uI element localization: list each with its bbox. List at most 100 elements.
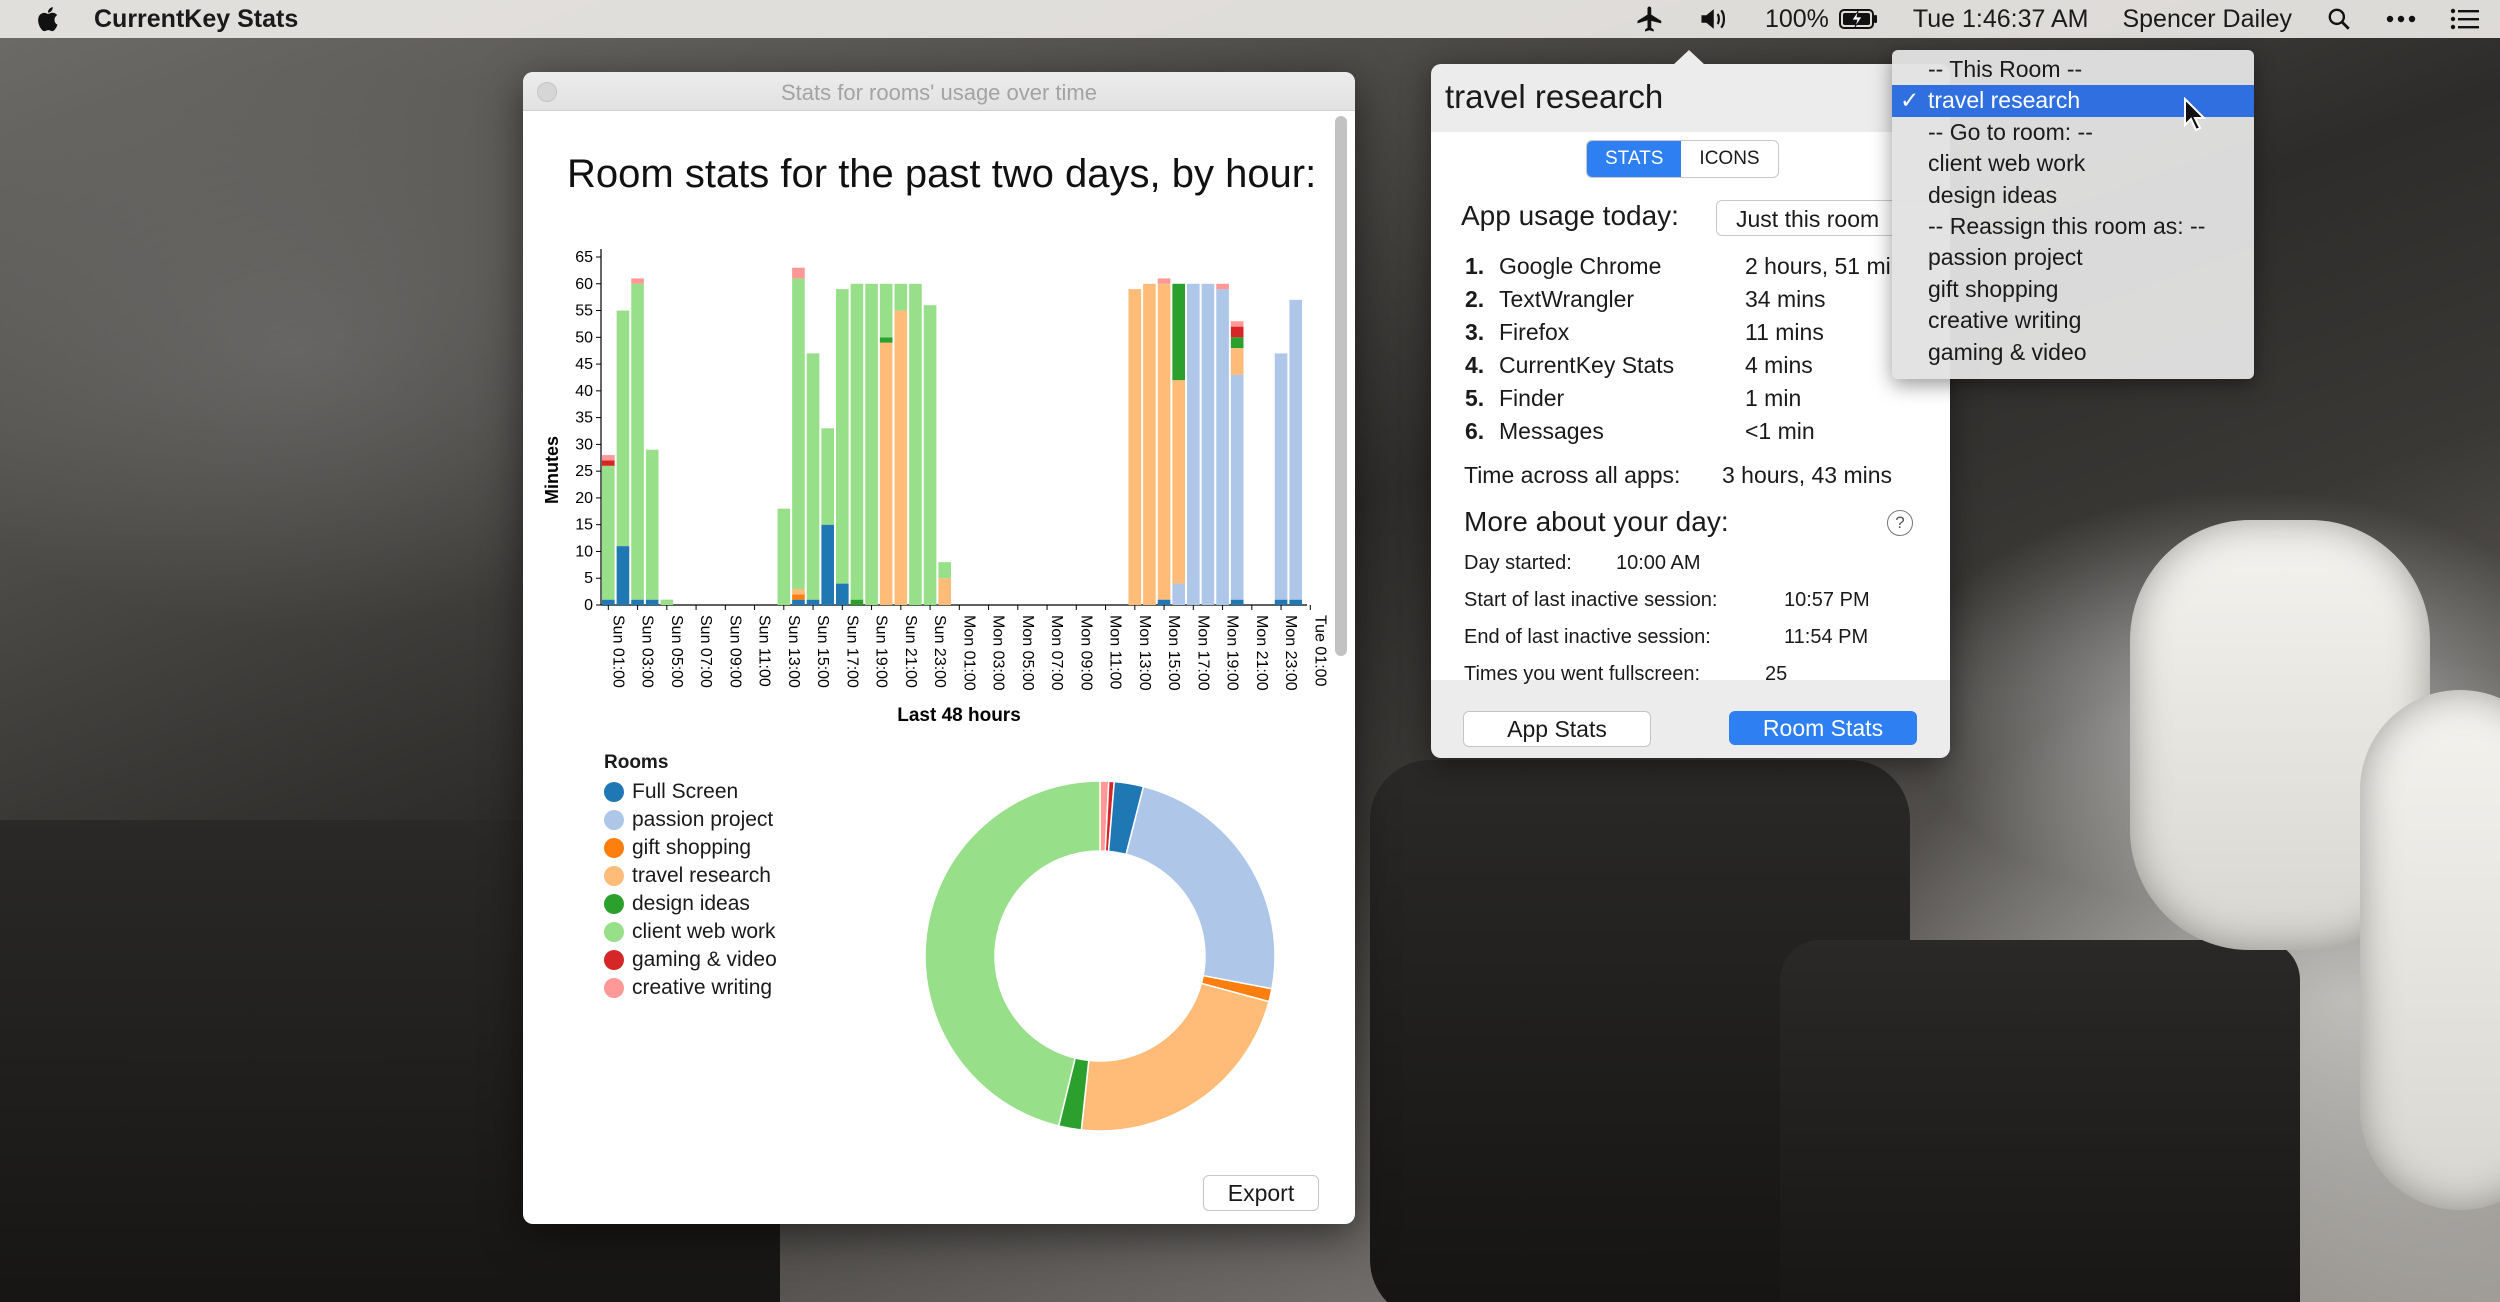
menu-item[interactable]: creative writing	[1892, 305, 2254, 336]
bar-segment	[792, 278, 805, 589]
list-item: 5. Finder 1 min	[1465, 382, 1891, 415]
last-inactive-start-label: Start of last inactive session:	[1464, 589, 1718, 611]
room-stats-button[interactable]: Room Stats	[1729, 711, 1917, 745]
room-title[interactable]: travel research	[1445, 78, 1663, 116]
help-icon[interactable]: ?	[1887, 510, 1913, 536]
bar-segment	[1230, 326, 1244, 338]
last-inactive-end-label: End of last inactive session:	[1464, 626, 1711, 648]
menu-bar: CurrentKey Stats 100% Tue 1:46:37 AM Spe…	[0, 0, 2500, 38]
menu-item-label: gift shopping	[1928, 275, 2059, 302]
y-tick-label: 45	[575, 356, 593, 373]
list-item: 4. CurrentKey Stats 4 mins	[1465, 349, 1891, 382]
legend-label: Full Screen	[632, 780, 739, 803]
clock[interactable]: Tue 1:46:37 AM	[1913, 5, 2089, 34]
fullscreen-count-label: Times you went fullscreen:	[1464, 663, 1701, 685]
bar-segment	[792, 588, 805, 595]
y-tick-label: 35	[575, 410, 593, 427]
checkmark-icon: ✓	[1900, 87, 1920, 114]
bar-segment	[894, 283, 908, 311]
x-tick-label: Sun 03:00	[639, 615, 656, 688]
menu-item-label: client web work	[1928, 150, 2086, 177]
apple-icon[interactable]	[34, 4, 64, 34]
bar-segment	[616, 310, 630, 547]
menu-item[interactable]: design ideas	[1892, 180, 2254, 211]
legend-swatch	[604, 866, 624, 886]
y-tick-label: 40	[575, 383, 593, 400]
menu-item[interactable]: -- This Room --	[1892, 54, 2254, 85]
x-tick-label: Sun 17:00	[843, 615, 860, 688]
tab-stats[interactable]: STATS	[1587, 141, 1682, 177]
app-name: Google Chrome	[1499, 253, 1662, 279]
legend-swatch	[604, 894, 624, 914]
x-tick-label: Mon 15:00	[1165, 615, 1182, 691]
y-tick-label: 0	[584, 597, 593, 614]
bar-segment	[1128, 289, 1142, 605]
more-dots-icon[interactable]	[2386, 14, 2416, 24]
app-name[interactable]: CurrentKey Stats	[94, 5, 298, 34]
app-rank: 4.	[1465, 352, 1485, 378]
notification-center-icon[interactable]	[2450, 7, 2480, 31]
menu-item-label: creative writing	[1928, 307, 2082, 334]
legend-item: travel research	[604, 862, 777, 890]
y-tick-label: 60	[575, 276, 593, 293]
x-tick-label: Sun 09:00	[726, 615, 743, 688]
x-axis-label: Last 48 hours	[897, 705, 1021, 726]
app-stats-button[interactable]: App Stats	[1463, 711, 1651, 747]
menu-item[interactable]: passion project	[1892, 242, 2254, 273]
x-tick-label: Mon 07:00	[1048, 615, 1065, 691]
list-item: 1. Google Chrome 2 hours, 51 mi	[1465, 250, 1891, 283]
battery-charging-icon[interactable]	[1838, 8, 1879, 30]
export-button[interactable]: Export	[1203, 1175, 1319, 1211]
menu-item[interactable]: client web work	[1892, 148, 2254, 179]
bar-segment	[821, 524, 834, 605]
bar-segment	[806, 353, 820, 600]
list-item: 2. TextWrangler 34 mins	[1465, 283, 1891, 316]
legend-title: Rooms	[604, 752, 669, 773]
bar-segment	[631, 278, 644, 284]
app-name: Firefox	[1499, 319, 1570, 345]
tab-icons[interactable]: ICONS	[1681, 141, 1777, 177]
x-tick-label: Sun 13:00	[785, 615, 802, 688]
volume-icon[interactable]	[1699, 5, 1731, 33]
bar-segment	[938, 562, 951, 579]
menu-item[interactable]: -- Reassign this room as: --	[1892, 211, 2254, 242]
bar-segment	[602, 460, 615, 466]
x-tick-label: Mon 01:00	[960, 615, 977, 691]
legend-label: travel research	[632, 864, 771, 887]
list-item: 6. Messages <1 min	[1465, 415, 1891, 448]
user-name[interactable]: Spencer Dailey	[2122, 5, 2292, 34]
spotlight-search-icon[interactable]	[2326, 6, 2352, 32]
bar-segment	[645, 599, 659, 605]
app-time: 1 min	[1745, 385, 1802, 411]
bar-segment	[1216, 283, 1229, 290]
legend-item: gift shopping	[604, 834, 777, 862]
app-time: 34 mins	[1745, 286, 1826, 312]
chart-area: 0 5 10 15 20 25 30 35 40 45 50 55 60 65 Sun 01:00 Sun 0…	[542, 249, 1328, 1132]
y-tick-label: 65	[575, 249, 593, 266]
menu-item[interactable]: gift shopping	[1892, 274, 2254, 305]
legend-swatch	[604, 950, 624, 970]
list-item: 3. Firefox 11 mins	[1465, 316, 1891, 349]
menu-item[interactable]: gaming & video	[1892, 337, 2254, 368]
bar-segment	[865, 283, 878, 605]
bar-segment	[1230, 348, 1244, 375]
last-inactive-start-value: 10:57 PM	[1784, 589, 1870, 611]
bar-segment	[792, 599, 805, 605]
y-tick-label: 30	[575, 436, 593, 453]
airplane-icon[interactable]	[1635, 4, 1665, 34]
y-tick-label: 20	[575, 490, 593, 507]
menu-item-label: -- This Room --	[1928, 56, 2083, 82]
bar-segment	[850, 599, 864, 605]
stats-icons-tabs: STATS ICONS	[1586, 140, 1779, 178]
bar-segment	[1157, 599, 1171, 605]
total-label: Time across all apps:	[1464, 462, 1681, 488]
y-axis-label: Minutes	[542, 436, 562, 504]
bar-segment	[616, 546, 630, 605]
x-tick-label: Sun 19:00	[873, 615, 890, 688]
app-name: TextWrangler	[1499, 286, 1635, 312]
x-tick-label: Mon 21:00	[1253, 615, 1270, 691]
x-tick-label: Mon 13:00	[1136, 615, 1153, 691]
legend: Rooms Full Screen passion project gift sho…	[604, 752, 777, 1002]
bar-segment	[631, 599, 644, 605]
x-tick-label: Sun 11:00	[756, 615, 773, 687]
